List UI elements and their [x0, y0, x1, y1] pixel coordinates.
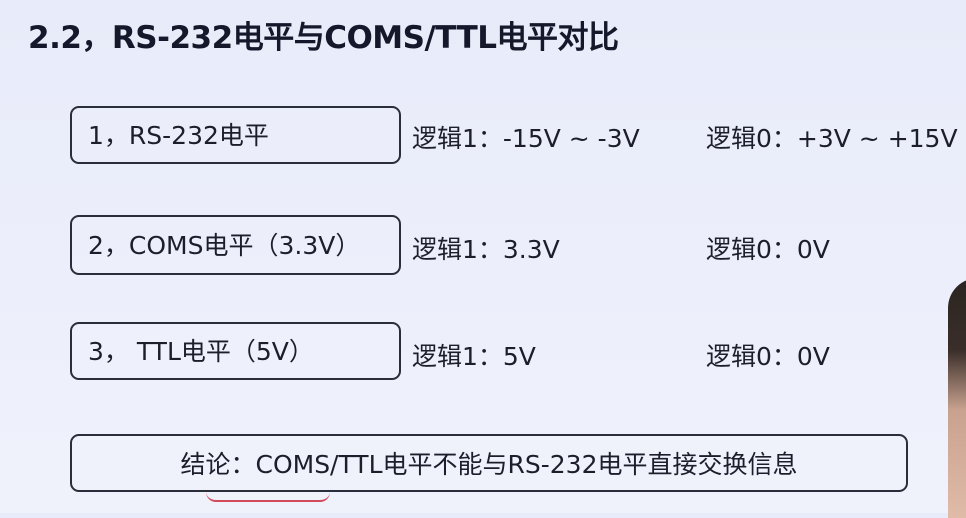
rs232-logic0-text: 逻辑0：+3V ~ +15V [706, 124, 958, 153]
level-box-rs232: 1，RS-232电平 [70, 106, 401, 164]
coms-logic0-text: 逻辑0：0V [706, 235, 830, 264]
coms-logic1-text: 逻辑1：3.3V [412, 235, 560, 264]
level-label-coms: 2，COMS电平（3.3V） [88, 230, 361, 260]
conclusion-box: 结论：COMS/TTL电平不能与RS-232电平直接交换信息 [70, 434, 908, 492]
rs232-logic1-text: 逻辑1：-15V ~ -3V [412, 124, 640, 153]
level-label-rs232: 1，RS-232电平 [88, 120, 269, 150]
annotation-underline [206, 492, 330, 502]
level-label-ttl: 3， TTL电平（5V） [88, 336, 314, 366]
level-box-ttl: 3， TTL电平（5V） [70, 322, 401, 380]
presenter-figure [948, 278, 966, 518]
conclusion-text: 结论：COMS/TTL电平不能与RS-232电平直接交换信息 [180, 450, 798, 479]
ttl-logic1-text: 逻辑1：5V [412, 342, 536, 371]
ttl-logic0-text: 逻辑0：0V [706, 342, 830, 371]
slide-title: 2.2，RS-232电平与COMS/TTL电平对比 [28, 20, 619, 56]
slide: 2.2，RS-232电平与COMS/TTL电平对比 1，RS-232电平 逻辑1… [0, 0, 966, 518]
level-box-coms: 2，COMS电平（3.3V） [70, 215, 401, 275]
